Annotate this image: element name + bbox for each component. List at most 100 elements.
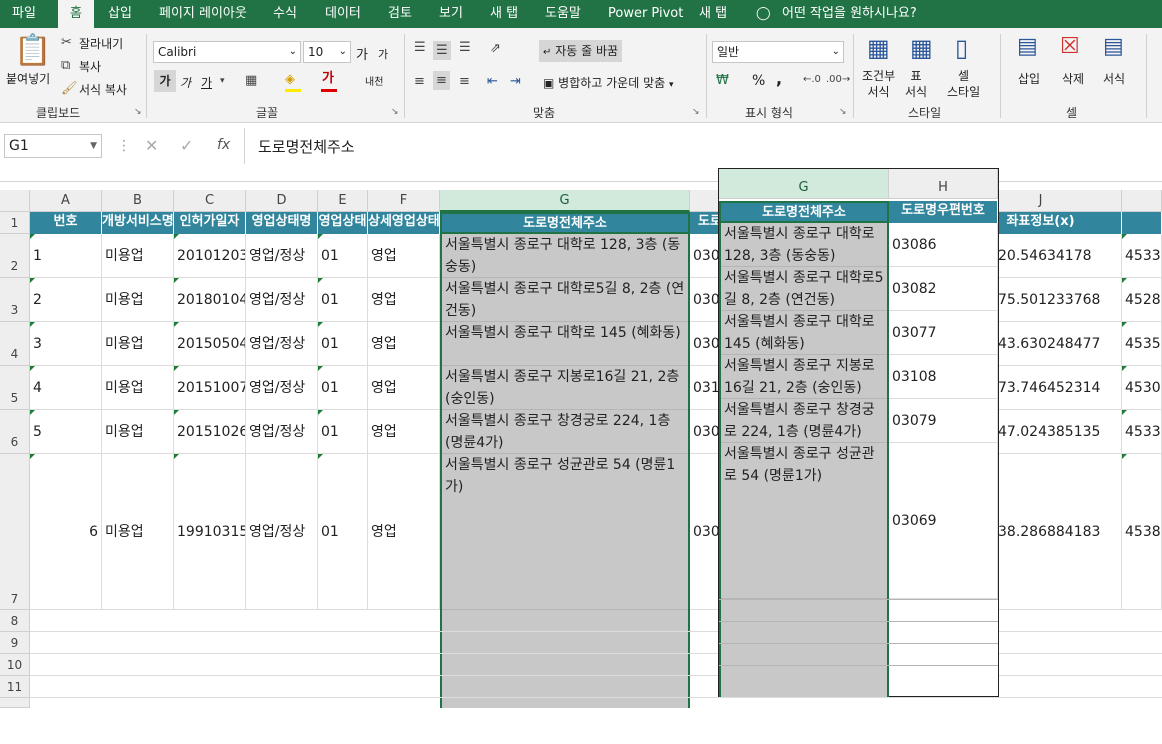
cut-button[interactable]: 잘라내기 <box>79 35 123 52</box>
align-middle-icon[interactable]: ☰ <box>433 41 451 60</box>
row-header[interactable]: 10 <box>0 654 30 676</box>
cell-detail-status[interactable]: 영업 <box>368 322 440 366</box>
cell-status-name[interactable]: 영업/정상 <box>246 454 318 610</box>
cell-number[interactable]: 2 <box>30 278 102 322</box>
merge-center-button[interactable]: ▣ 병합하고 가운데 맞춤 ▾ <box>543 74 674 91</box>
cell-license-date[interactable]: 20180104 <box>174 278 246 322</box>
font-name-select[interactable]: Calibri ⌄ <box>153 41 301 63</box>
conditional-format-button[interactable]: 조건부 서식 <box>862 68 895 100</box>
pane-cell-address[interactable]: 서울특별시 종로구 대학로5길 8, 2층 (연건동) <box>721 267 887 311</box>
enter-icon[interactable]: ✓ <box>180 136 193 155</box>
cell-license-date[interactable]: 19910315 <box>174 454 246 610</box>
row-header[interactable]: 5 <box>0 366 30 410</box>
cell-number[interactable]: 6 <box>30 454 102 610</box>
shrink-font-button[interactable]: 가 <box>378 46 388 62</box>
pane-cell-address[interactable]: 서울특별시 종로구 대학로 145 (혜화동) <box>721 311 887 355</box>
tab-view[interactable]: 보기 <box>439 0 463 28</box>
clipboard-launcher-icon[interactable]: ↘ <box>134 107 142 117</box>
percent-button[interactable]: % <box>752 73 765 89</box>
name-box[interactable]: G1 ▼ <box>4 134 102 158</box>
copy-button[interactable]: 복사 <box>79 58 101 75</box>
column-header-a[interactable]: A <box>30 190 102 212</box>
cell-road-address[interactable]: 서울특별시 종로구 대학로 128, 3층 (동숭동) <box>442 234 688 278</box>
tab-insert[interactable]: 삽입 <box>108 0 132 28</box>
header-cell-c[interactable]: 인허가일자 <box>174 212 246 234</box>
tab-formulas[interactable]: 수식 <box>273 0 297 28</box>
fill-color-icon[interactable]: ◈ <box>285 73 295 86</box>
cell-service[interactable]: 미용업 <box>102 454 174 610</box>
cell-license-date[interactable]: 20150504 <box>174 322 246 366</box>
cell-coord-y[interactable]: 45353 <box>1122 322 1162 366</box>
cell-number[interactable]: 4 <box>30 366 102 410</box>
cell-coord-y[interactable]: 45289 <box>1122 278 1162 322</box>
cell-road-address[interactable]: 서울특별시 종로구 대학로5길 8, 2층 (연건동) <box>442 278 688 322</box>
pane-column-header-h[interactable]: H <box>889 169 998 199</box>
comma-button[interactable]: , <box>776 69 782 88</box>
row-header[interactable]: 2 <box>0 234 30 278</box>
tab-review[interactable]: 검토 <box>388 0 412 28</box>
formula-input[interactable]: 도로명전체주소 <box>258 136 355 157</box>
orientation-icon[interactable]: ⇗ <box>490 42 501 55</box>
insert-function-icon[interactable]: fx <box>217 137 230 153</box>
cell-license-date[interactable]: 20151026 <box>174 410 246 454</box>
increase-indent-icon[interactable]: ⇥ <box>510 75 521 88</box>
format-as-table-button[interactable]: 표 서식 <box>905 68 927 100</box>
cell-road-zip-partial[interactable]: 031 <box>690 366 720 410</box>
header-cell-f[interactable]: 상세영업상태 <box>368 212 440 234</box>
column-header-g[interactable]: G <box>440 190 690 212</box>
cell-coord-y[interactable]: 45330 <box>1122 410 1162 454</box>
align-top-icon[interactable]: ☰ <box>414 41 426 54</box>
cell-status-name[interactable]: 영업/정상 <box>246 410 318 454</box>
cell-road-address[interactable]: 서울특별시 종로구 지봉로16길 21, 2층 (숭인동) <box>442 366 688 410</box>
row-header[interactable]: 6 <box>0 410 30 454</box>
grow-font-button[interactable]: 가 <box>356 44 368 63</box>
bold-button[interactable]: 가 <box>154 70 176 92</box>
delete-cells-button[interactable]: 삭제 <box>1062 70 1084 87</box>
cell-number[interactable]: 5 <box>30 410 102 454</box>
header-cell-k[interactable] <box>1122 212 1162 234</box>
select-all-corner[interactable] <box>0 190 30 212</box>
tab-page-layout[interactable]: 페이지 레이아웃 <box>159 0 247 28</box>
cell-status-name[interactable]: 영업/정상 <box>246 234 318 278</box>
cell-status-code[interactable]: 01 <box>318 366 368 410</box>
row-header[interactable]: 9 <box>0 632 30 654</box>
font-size-select[interactable]: 10 ⌄ <box>303 41 351 63</box>
cell-road-address[interactable]: 서울특별시 종로구 창경궁로 224, 1층 (명륜4가) <box>442 410 688 454</box>
row-header[interactable]: 7 <box>0 454 30 610</box>
cell-status-code[interactable]: 01 <box>318 234 368 278</box>
tab-power-pivot[interactable]: Power Pivot <box>608 0 683 28</box>
pane-column-header-g[interactable]: G <box>719 169 889 199</box>
pane-cell-address[interactable]: 서울특별시 종로구 창경궁로 224, 1층 (명륜4가) <box>721 399 887 443</box>
pane-cell-address[interactable]: 서울특별시 종로구 성균관로 54 (명륜1가) <box>721 443 887 599</box>
column-header-e[interactable]: E <box>318 190 368 212</box>
cell-status-name[interactable]: 영업/정상 <box>246 278 318 322</box>
paste-button[interactable]: 붙여넣기 <box>6 70 50 87</box>
cell-status-code[interactable]: 01 <box>318 410 368 454</box>
tab-file[interactable]: 파일 <box>12 0 36 28</box>
wrap-text-button[interactable]: ↵ 자동 줄 바꿈 <box>539 40 623 62</box>
header-cell-e[interactable]: 영업상태 <box>318 212 368 234</box>
alignment-launcher-icon[interactable]: ↘ <box>692 107 700 117</box>
cell-detail-status[interactable]: 영업 <box>368 454 440 610</box>
number-format-select[interactable]: 일반 ⌄ <box>712 41 844 63</box>
header-cell-d[interactable]: 영업상태명 <box>246 212 318 234</box>
increase-decimal-icon[interactable]: ←.0 <box>803 75 821 85</box>
phonetic-button[interactable]: 내천 <box>365 73 383 88</box>
italic-button[interactable]: 가 <box>180 74 191 91</box>
column-header-f[interactable]: F <box>368 190 440 212</box>
format-cells-button[interactable]: 서식 <box>1103 70 1125 87</box>
row-header[interactable]: 1 <box>0 212 30 234</box>
pane-cell-zipcode[interactable]: 03086 <box>889 223 998 267</box>
cell-service[interactable]: 미용업 <box>102 322 174 366</box>
cell-license-date[interactable]: 20151007 <box>174 366 246 410</box>
font-color-icon[interactable]: 가 <box>322 72 334 85</box>
underline-button[interactable]: 가 <box>201 74 212 91</box>
cell-detail-status[interactable]: 영업 <box>368 366 440 410</box>
column-header-k[interactable] <box>1122 190 1162 212</box>
cell-road-address[interactable]: 서울특별시 종로구 성균관로 54 (명륜1가) <box>442 454 688 610</box>
tab-data[interactable]: 데이터 <box>325 0 361 28</box>
cell-detail-status[interactable]: 영업 <box>368 278 440 322</box>
tab-new-2[interactable]: 새 탭 <box>699 0 727 28</box>
cell-number[interactable]: 3 <box>30 322 102 366</box>
row-header[interactable]: 11 <box>0 676 30 698</box>
